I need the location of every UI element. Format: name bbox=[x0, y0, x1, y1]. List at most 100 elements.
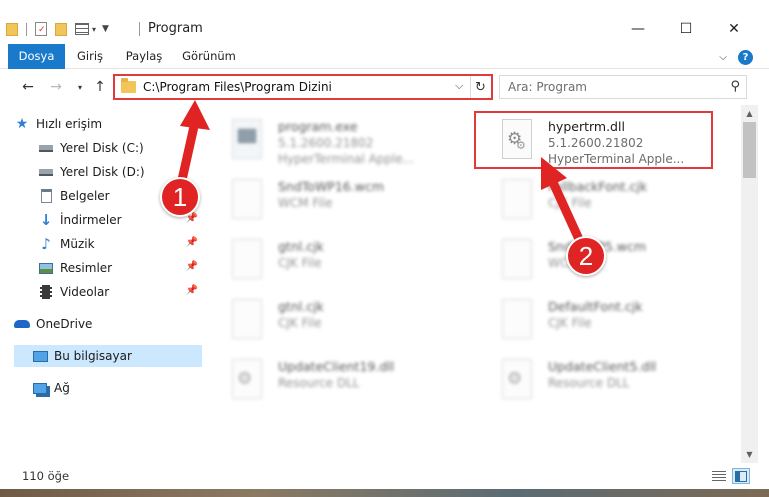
file-item[interactable]: gtnl.cjk CJK File bbox=[206, 231, 446, 287]
sidebar-item-label: Müzik bbox=[60, 237, 95, 251]
file-icon bbox=[500, 299, 536, 343]
sidebar-item-label: Yerel Disk (D:) bbox=[60, 165, 145, 179]
search-input[interactable] bbox=[508, 79, 718, 95]
file-item[interactable]: DefaultFont.cjk CJK File bbox=[476, 291, 716, 347]
status-bar: 110 öğe bbox=[0, 463, 769, 489]
tiles-view-button[interactable] bbox=[732, 468, 750, 484]
file-type: CJK File bbox=[548, 316, 592, 330]
window-title: Program bbox=[148, 21, 203, 36]
document-icon bbox=[38, 188, 54, 204]
up-button[interactable]: ↑ bbox=[90, 77, 110, 97]
details-view-button[interactable] bbox=[710, 468, 728, 484]
item-count: 110 öğe bbox=[22, 469, 70, 483]
file-item[interactable]: SndToWP16.wcm WCM File bbox=[206, 171, 446, 227]
address-path: C:\Program Files\Program Dizini bbox=[143, 80, 332, 94]
exe-file-icon bbox=[230, 119, 266, 163]
sidebar-item-label: Ağ bbox=[54, 381, 70, 395]
sidebar-item-onedrive[interactable]: OneDrive bbox=[14, 313, 202, 335]
file-version: 5.1.2600.21802 bbox=[278, 136, 374, 150]
sidebar-item-label: Videolar bbox=[60, 285, 110, 299]
navigation-bar: ← → ▾ ↑ C:\Program Files\Program Dizini … bbox=[0, 69, 769, 105]
sidebar-item-label: OneDrive bbox=[36, 317, 93, 331]
dll-file-icon: ⚙ bbox=[230, 359, 266, 403]
scrollbar-thumb[interactable] bbox=[743, 122, 756, 178]
file-type: CJK File bbox=[278, 316, 322, 330]
maximize-icon: ☐ bbox=[679, 21, 693, 37]
tab-view[interactable]: Görünüm bbox=[178, 44, 240, 69]
sidebar-item-local-disk-c[interactable]: Yerel Disk (C:) bbox=[38, 137, 202, 159]
network-icon bbox=[32, 380, 48, 396]
film-icon bbox=[38, 284, 54, 300]
scroll-up-icon[interactable]: ▲ bbox=[741, 105, 758, 122]
callout-badge-1: 1 bbox=[160, 177, 200, 217]
address-dropdown-icon[interactable]: ⌵ bbox=[455, 79, 463, 93]
recent-locations-button[interactable]: ▾ bbox=[70, 77, 90, 97]
callout-badge-2: 2 bbox=[566, 236, 606, 276]
separator bbox=[139, 22, 140, 36]
file-name: UpdateClient19.dll bbox=[278, 359, 395, 374]
sidebar-item-this-pc[interactable]: Bu bilgisayar bbox=[14, 345, 202, 367]
pin-icon[interactable]: 📌 bbox=[186, 261, 198, 272]
address-bar[interactable]: C:\Program Files\Program Dizini ⌵ ↻ bbox=[113, 74, 493, 100]
folder-icon bbox=[121, 78, 136, 93]
search-icon[interactable]: ⚲ bbox=[730, 79, 740, 94]
forward-button[interactable]: → bbox=[46, 77, 66, 97]
pin-icon[interactable]: 📌 bbox=[186, 285, 198, 296]
sidebar-item-quick-access[interactable]: ★ Hızlı erişim bbox=[14, 113, 202, 135]
desktop-background bbox=[0, 489, 769, 497]
scroll-down-icon[interactable]: ▼ bbox=[741, 446, 758, 463]
close-button[interactable]: ✕ bbox=[714, 16, 754, 42]
refresh-button[interactable]: ↻ bbox=[470, 76, 490, 98]
file-icon bbox=[500, 239, 536, 283]
file-type: CJK File bbox=[548, 196, 592, 210]
ribbon-tabs: Dosya Giriş Paylaş Görünüm ⌵ ? bbox=[0, 44, 769, 100]
expand-ribbon-button[interactable]: ⌵ bbox=[714, 48, 732, 66]
properties-icon[interactable]: ✓ bbox=[35, 22, 47, 36]
sidebar-item-label: Resimler bbox=[60, 261, 113, 275]
file-type: Resource DLL bbox=[278, 376, 360, 390]
arrow-right-icon: → bbox=[50, 79, 62, 95]
search-box[interactable]: ⚲ bbox=[499, 75, 747, 99]
file-icon bbox=[230, 299, 266, 343]
file-name: FallbackFont.cjk bbox=[548, 179, 648, 194]
sidebar-item-music[interactable]: ♪ Müzik 📌 bbox=[38, 233, 202, 255]
quick-access-toolbar: ✓ ▾ ▼ bbox=[6, 20, 109, 38]
sidebar-item-network[interactable]: Ağ bbox=[14, 377, 202, 399]
file-item[interactable]: FallbackFont.cjk CJK File bbox=[476, 171, 716, 227]
minimize-button[interactable]: — bbox=[618, 16, 658, 42]
computer-icon bbox=[32, 348, 48, 364]
file-name: SndToWP16.wcm bbox=[278, 179, 384, 194]
maximize-button[interactable]: ☐ bbox=[666, 16, 706, 42]
view-options-icon[interactable] bbox=[75, 23, 89, 35]
file-icon bbox=[230, 179, 266, 223]
sidebar-item-label: Bu bilgisayar bbox=[54, 349, 132, 363]
details-view-icon bbox=[712, 470, 726, 482]
customize-toolbar-icon[interactable]: ▼ bbox=[102, 24, 109, 34]
pin-icon[interactable]: 📌 bbox=[186, 237, 198, 248]
file-item[interactable]: ⚙ UpdateClient5.dll Resource DLL bbox=[476, 351, 716, 407]
sidebar-item-label: Yerel Disk (C:) bbox=[60, 141, 144, 155]
tab-home[interactable]: Giriş bbox=[70, 44, 110, 69]
navigation-pane: ★ Hızlı erişim Yerel Disk (C:) Yerel Dis… bbox=[0, 105, 206, 463]
file-type: WCM File bbox=[278, 196, 333, 210]
new-folder-icon[interactable] bbox=[55, 22, 67, 36]
chevron-down-icon[interactable]: ▾ bbox=[92, 25, 96, 34]
file-item[interactable]: program.exe 5.1.2600.21802 HyperTerminal… bbox=[206, 111, 446, 167]
file-item[interactable]: ⚙ UpdateClient19.dll Resource DLL bbox=[206, 351, 446, 407]
file-name: gtnl.cjk bbox=[278, 299, 324, 314]
sidebar-item-videos[interactable]: Videolar 📌 bbox=[38, 281, 202, 303]
file-description: HyperTerminal Apple... bbox=[278, 152, 415, 166]
back-button[interactable]: ← bbox=[18, 77, 38, 97]
help-button[interactable]: ? bbox=[737, 48, 754, 66]
file-name: UpdateClient5.dll bbox=[548, 359, 657, 374]
file-item[interactable]: gtnl.cjk CJK File bbox=[206, 291, 446, 347]
folder-icon[interactable] bbox=[6, 22, 18, 36]
tab-share[interactable]: Paylaş bbox=[120, 44, 168, 69]
vertical-scrollbar[interactable]: ▲ ▼ bbox=[741, 105, 758, 463]
chevron-down-icon: ▾ bbox=[77, 82, 82, 92]
sidebar-item-pictures[interactable]: Resimler 📌 bbox=[38, 257, 202, 279]
cloud-icon bbox=[14, 316, 30, 332]
minimize-icon: — bbox=[631, 21, 645, 37]
arrow-left-icon: ← bbox=[22, 79, 34, 95]
file-type: CJK File bbox=[278, 256, 322, 270]
